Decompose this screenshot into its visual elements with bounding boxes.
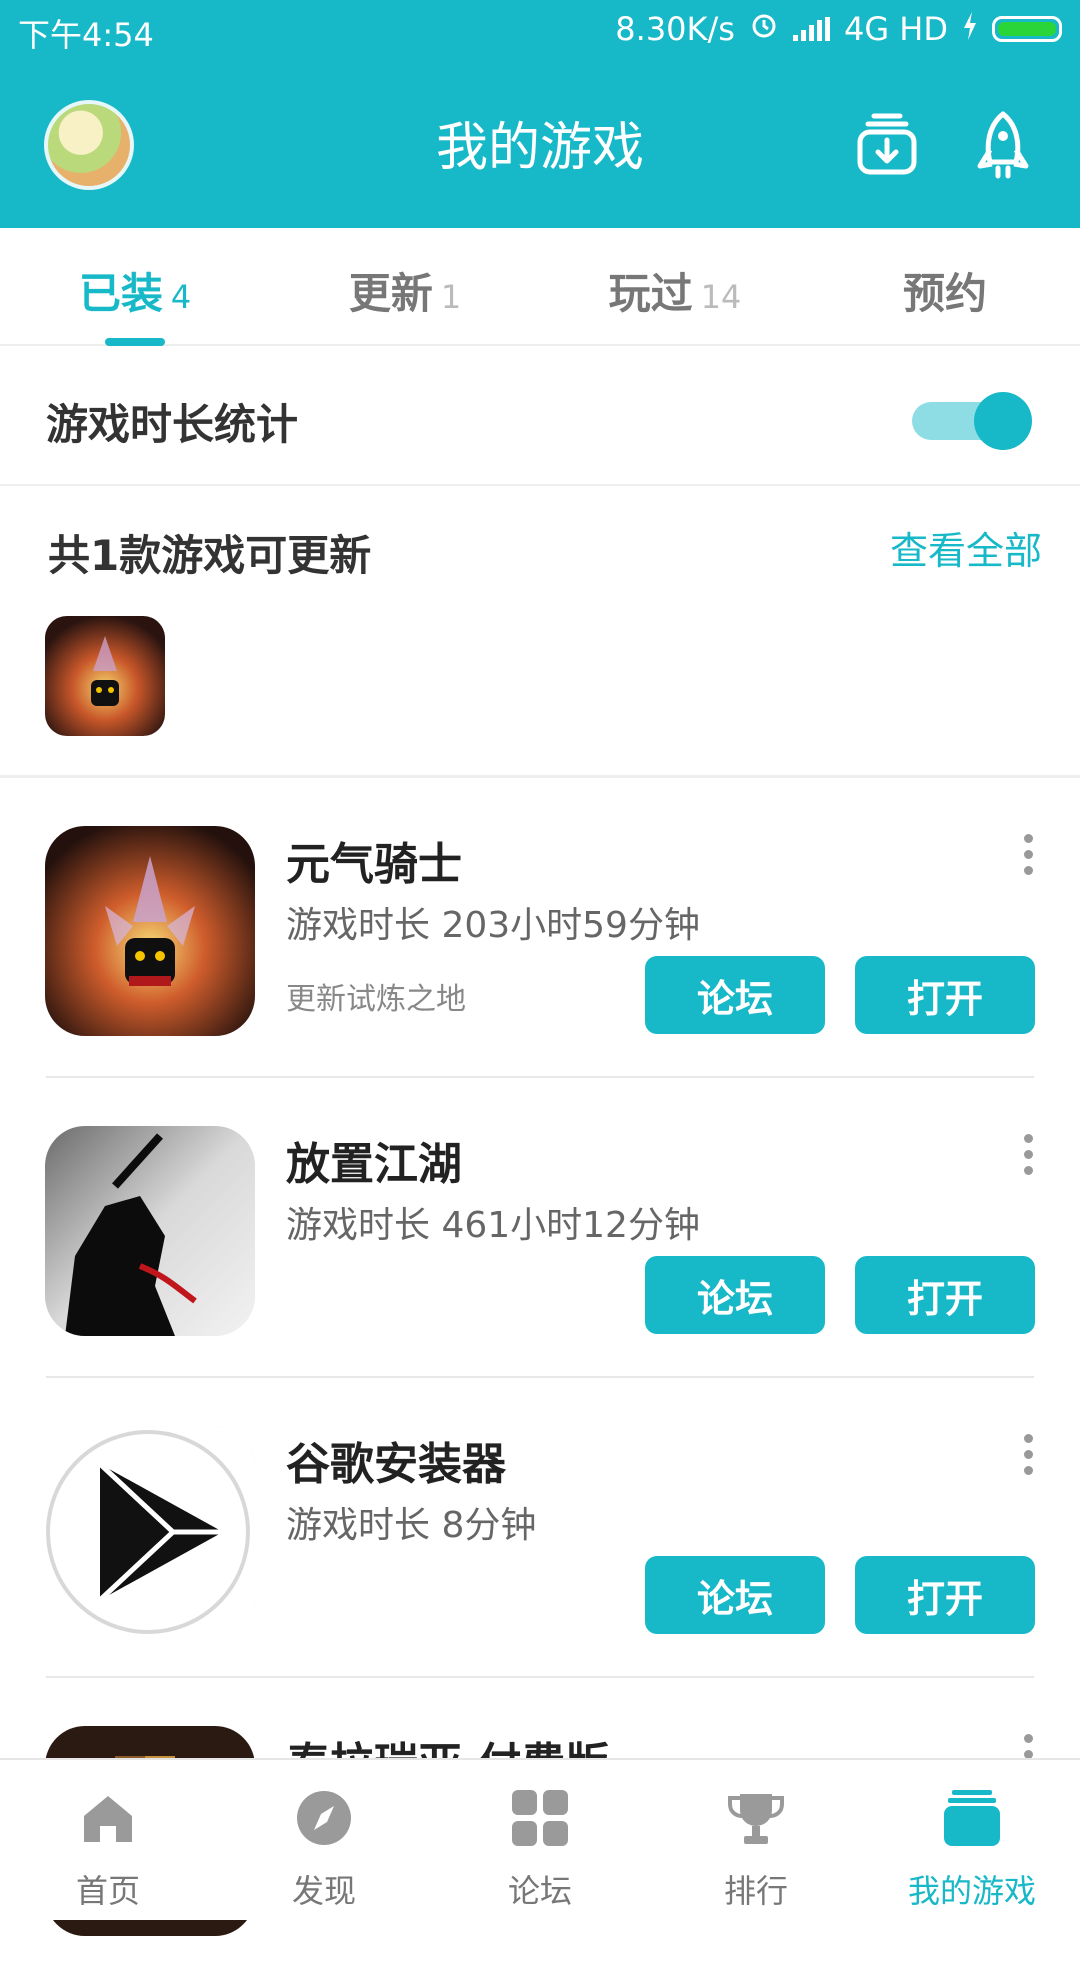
compass-icon: [297, 1791, 351, 1845]
game-name: 放置江湖: [286, 1139, 462, 1190]
tab-played[interactable]: 玩过 14: [540, 260, 810, 321]
status-time: 下午4:54: [18, 16, 154, 54]
forum-button[interactable]: 论坛: [645, 1256, 825, 1334]
open-button[interactable]: 打开: [855, 956, 1035, 1034]
tab-bar: 已装 4 更新 1 玩过 14 预约: [0, 228, 1080, 346]
nav-label: 发现: [291, 1872, 356, 1910]
tab-label: 玩过: [608, 269, 693, 318]
alarm-icon: [749, 10, 779, 48]
game-name: 元气骑士: [286, 839, 462, 890]
nav-label: 排行: [723, 1872, 788, 1910]
nav-label: 首页: [75, 1872, 140, 1910]
nav-label: 论坛: [507, 1872, 572, 1910]
home-icon: [84, 1796, 132, 1842]
tab-label: 已装: [78, 269, 163, 318]
updates-title: 共1款游戏可更新: [48, 531, 372, 580]
status-bar: 下午4:54 8.30K/s 4G HD: [0, 0, 1080, 62]
tab-count: 4: [170, 278, 192, 316]
tab-active-indicator: [105, 338, 165, 346]
rocket-icon[interactable]: [968, 110, 1038, 180]
tab-count: 14: [700, 278, 742, 316]
open-button[interactable]: 打开: [855, 1556, 1035, 1634]
nav-discover[interactable]: 发现: [216, 1760, 432, 1922]
playtime-stats-label: 游戏时长统计: [46, 400, 299, 449]
grid-icon: [512, 1790, 568, 1846]
trophy-icon: [728, 1794, 784, 1844]
tab-reserved[interactable]: 预约: [810, 260, 1080, 321]
game-playtime: 游戏时长 8分钟: [286, 1505, 537, 1546]
game-playtime: 游戏时长 461小时12分钟: [286, 1205, 700, 1246]
download-icon[interactable]: [852, 110, 922, 180]
tab-label: 更新: [348, 269, 433, 318]
nav-forum[interactable]: 论坛: [432, 1760, 648, 1922]
update-game-icon[interactable]: [45, 616, 165, 736]
open-button[interactable]: 打开: [855, 1256, 1035, 1334]
game-card[interactable]: 元气骑士 游戏时长 203小时59分钟 更新试炼之地 论坛 打开: [0, 778, 1080, 1078]
status-right: 8.30K/s 4G HD: [615, 10, 1062, 48]
more-options-icon[interactable]: [1022, 1134, 1034, 1186]
idle-jianghu-icon: [45, 1126, 255, 1336]
bottom-navigation: 首页 发现 论坛 排行 我的游戏: [0, 1758, 1080, 1920]
forum-button[interactable]: 论坛: [645, 956, 825, 1034]
view-all-link[interactable]: 查看全部: [890, 520, 1042, 575]
nav-label: 我的游戏: [907, 1872, 1036, 1910]
more-options-icon[interactable]: [1022, 1434, 1034, 1486]
google-installer-icon: [45, 1426, 255, 1636]
nav-home[interactable]: 首页: [0, 1760, 216, 1922]
game-name: 谷歌安装器: [286, 1439, 506, 1490]
tab-updates[interactable]: 更新 1: [270, 260, 540, 321]
more-options-icon[interactable]: [1022, 834, 1034, 886]
game-playtime: 游戏时长 203小时59分钟: [286, 905, 700, 946]
charging-icon: [962, 10, 978, 48]
game-card[interactable]: 谷歌安装器 游戏时长 8分钟 论坛 打开: [0, 1378, 1080, 1678]
network-speed: 8.30K/s: [615, 10, 735, 48]
tab-count: 1: [440, 278, 462, 316]
playtime-stats-toggle[interactable]: [912, 392, 1032, 450]
my-games-icon: [944, 1790, 1000, 1846]
forum-button[interactable]: 论坛: [645, 1556, 825, 1634]
nav-ranking[interactable]: 排行: [648, 1760, 864, 1922]
game-update-note: 更新试炼之地: [286, 982, 466, 1017]
signal-icon: [792, 17, 830, 41]
game-card[interactable]: 放置江湖 游戏时长 461小时12分钟 论坛 打开: [0, 1078, 1080, 1378]
soul-knight-icon: [45, 826, 255, 1036]
playtime-stats-row: 游戏时长统计: [0, 346, 1080, 486]
network-type: 4G HD: [843, 10, 948, 48]
app-header: 下午4:54 8.30K/s 4G HD 我的游戏: [0, 0, 1080, 228]
battery-icon: [992, 16, 1062, 42]
tab-label: 预约: [902, 269, 987, 318]
tab-installed[interactable]: 已装 4: [0, 260, 270, 321]
nav-my-games[interactable]: 我的游戏: [864, 1760, 1080, 1922]
updates-section: 共1款游戏可更新 查看全部: [0, 486, 1080, 778]
